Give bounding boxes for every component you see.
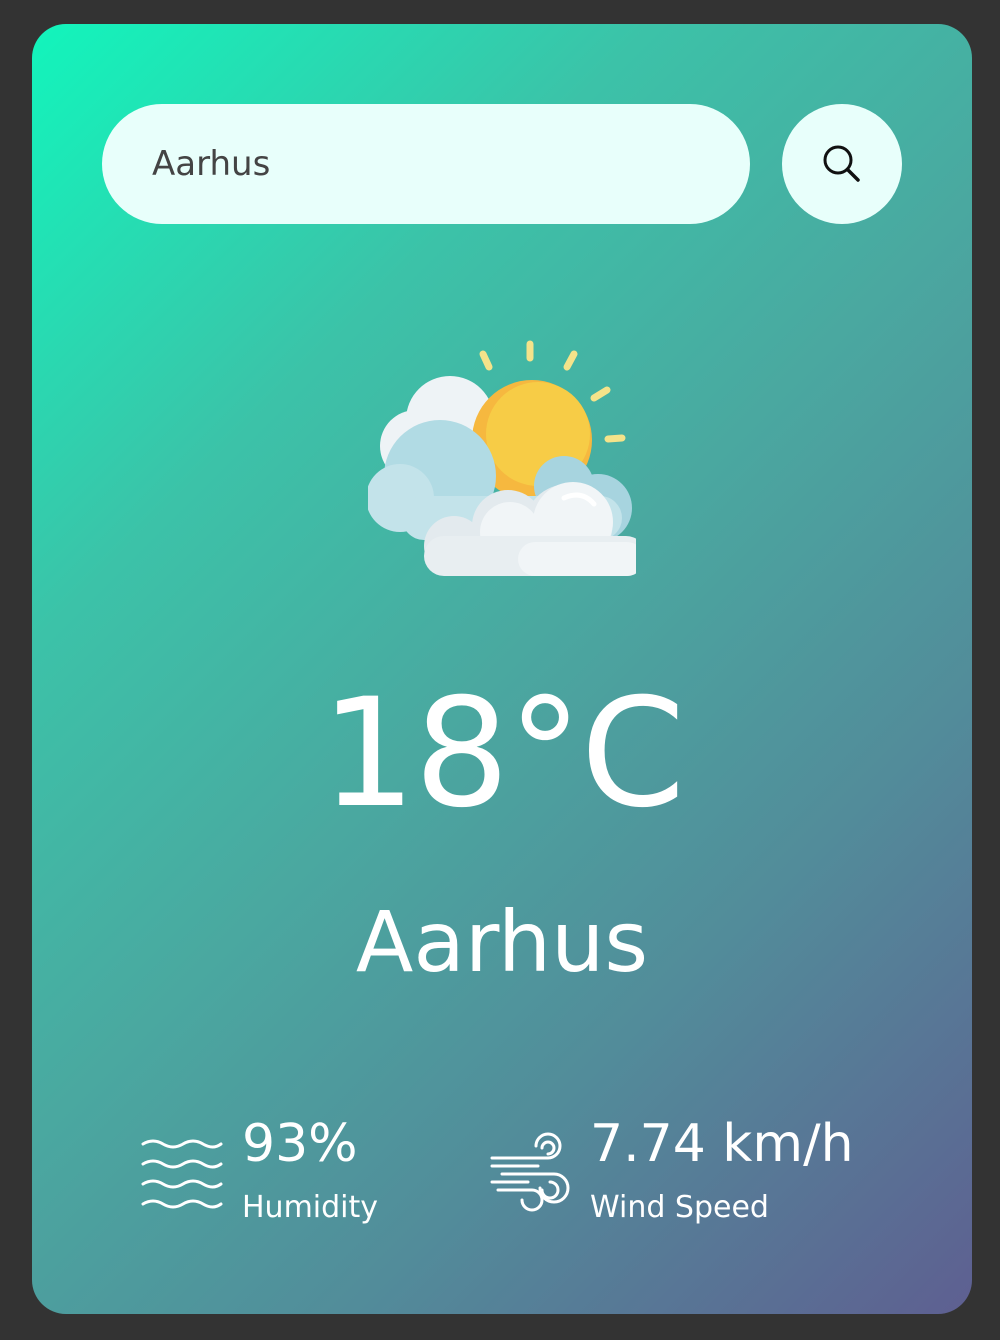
humidity-waves-icon — [140, 1132, 224, 1216]
search-input[interactable] — [102, 104, 750, 224]
humidity-stat: 93% Humidity — [140, 1112, 460, 1232]
city-name: Aarhus — [355, 893, 649, 991]
search-bar — [102, 104, 902, 224]
temperature-value: 18°C — [320, 667, 686, 841]
search-button[interactable] — [782, 104, 902, 224]
wind-speed-label: Wind Speed — [590, 1190, 769, 1225]
wind-stat: 7.74 km/h Wind Speed — [488, 1112, 928, 1232]
search-icon — [820, 142, 864, 186]
partly-cloudy-icon — [366, 336, 646, 576]
weather-card: 18°C Aarhus 93% Humidity — [32, 24, 972, 1314]
humidity-label: Humidity — [242, 1190, 379, 1225]
wind-icon — [488, 1132, 572, 1220]
humidity-value: 93% — [242, 1114, 358, 1174]
wind-speed-value: 7.74 km/h — [590, 1114, 854, 1174]
